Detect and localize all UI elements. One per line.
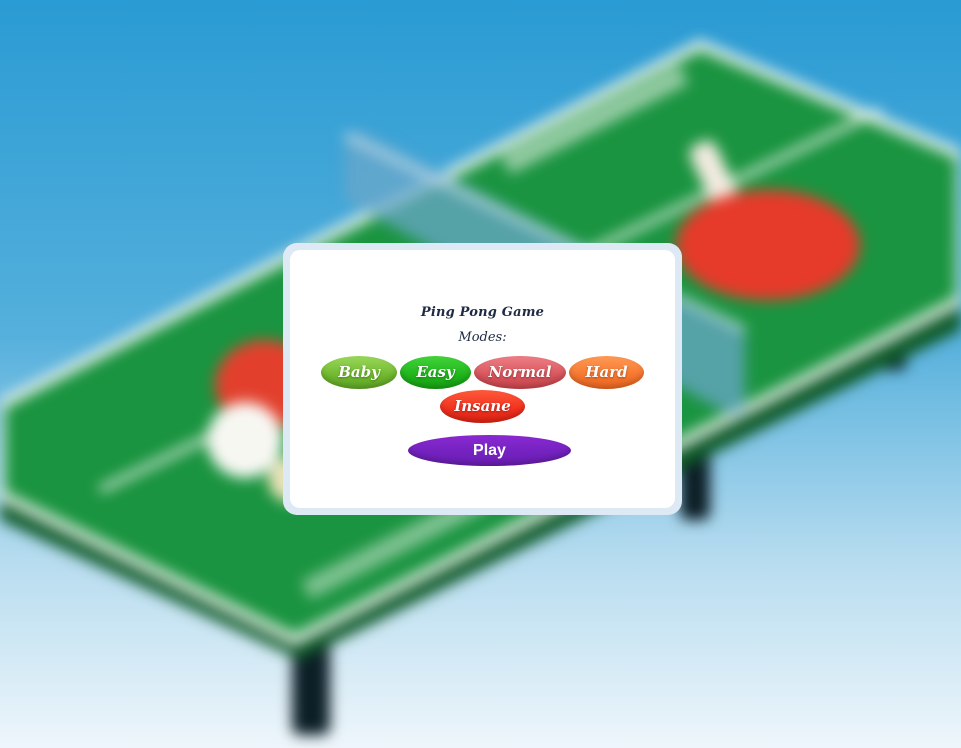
- mode-baby-button[interactable]: Baby: [321, 356, 397, 389]
- mode-buttons-row: Insane: [290, 390, 675, 423]
- play-button[interactable]: Play: [408, 435, 571, 466]
- mode-normal-button[interactable]: Normal: [474, 356, 566, 389]
- mode-buttons-row: Baby Easy Normal Hard: [290, 356, 675, 389]
- mode-easy-button[interactable]: Easy: [400, 356, 471, 389]
- game-screen: Ping Pong Game Modes: Baby Easy Normal H…: [0, 0, 961, 748]
- game-title: Ping Pong Game: [420, 305, 545, 320]
- mode-insane-button[interactable]: Insane: [440, 390, 525, 423]
- game-menu-panel: Ping Pong Game Modes: Baby Easy Normal H…: [290, 250, 675, 508]
- modes-label: Modes:: [458, 330, 507, 345]
- mode-hard-button[interactable]: Hard: [569, 356, 644, 389]
- game-menu-dialog: Ping Pong Game Modes: Baby Easy Normal H…: [283, 243, 682, 515]
